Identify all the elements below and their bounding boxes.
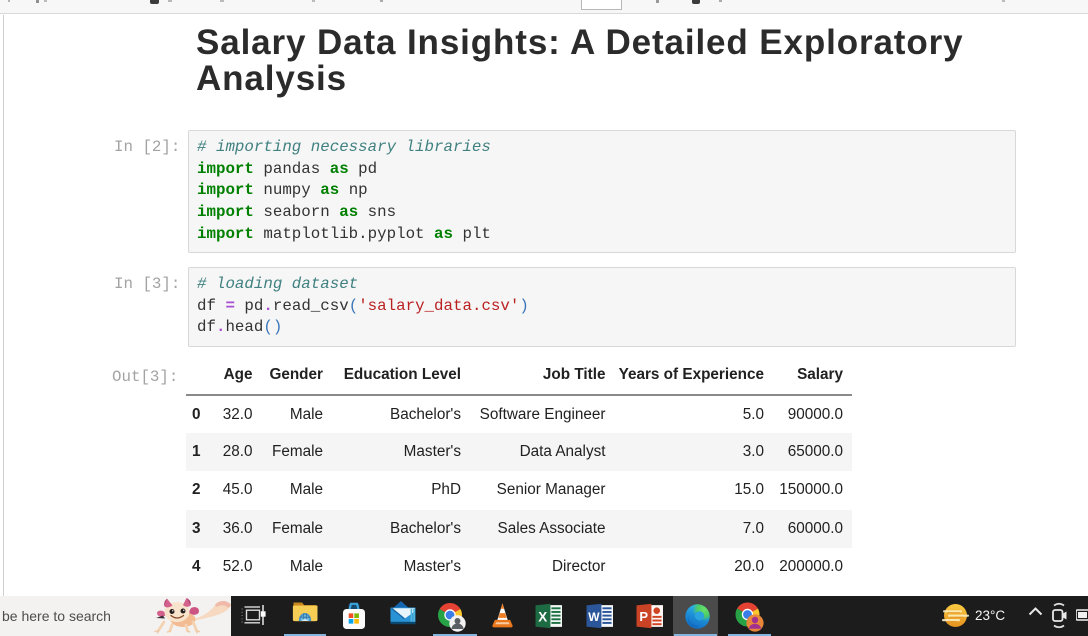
svg-text:W: W [588, 610, 600, 624]
svg-text:P: P [639, 609, 648, 624]
svg-text:X: X [538, 609, 547, 624]
